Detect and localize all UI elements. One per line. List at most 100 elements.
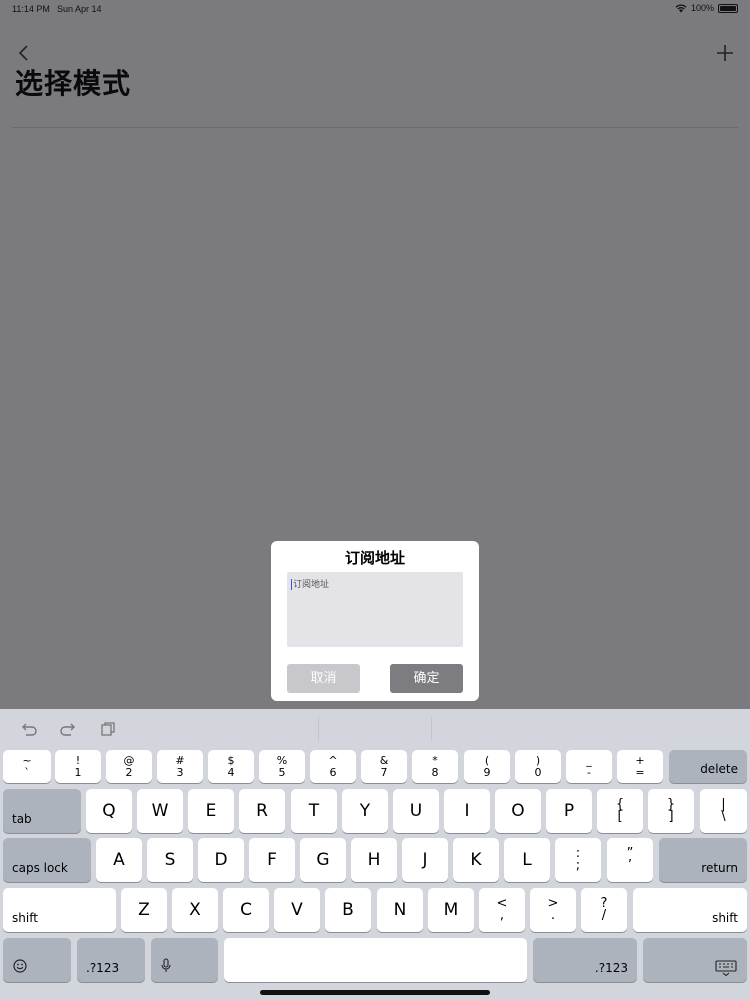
key-l[interactable]: L [504,838,550,882]
return-key[interactable]: return [659,838,747,882]
space-bar[interactable] [224,938,527,982]
key-bottom: 3 [176,765,184,779]
paste-icon[interactable] [99,720,117,738]
keyboard-toolbar [0,709,750,749]
key-6[interactable]: ^ 6 [310,750,356,783]
tab-label: tab [12,812,32,826]
key-i[interactable]: I [444,789,490,833]
key-minus[interactable]: _ - [566,750,612,783]
key-top: ) [535,753,541,767]
shift-left-key[interactable]: shift [3,888,116,932]
key-bottom: ] [668,809,674,824]
key-7[interactable]: & 7 [361,750,407,783]
dialog-title: 订阅地址 [344,549,405,567]
key-s[interactable]: S [147,838,193,882]
key-o[interactable]: O [495,789,541,833]
key-m[interactable]: M [428,888,474,932]
status-bar: 11:14 PM Sun Apr 14 100% [0,0,750,20]
key-q[interactable]: Q [86,789,132,833]
key-h[interactable]: H [351,838,397,882]
key-slash[interactable]: ? / [581,888,627,932]
key-quote[interactable]: ”’ [607,838,653,882]
add-button[interactable] [714,42,736,64]
key-y[interactable]: Y [342,789,388,833]
key-n[interactable]: N [377,888,423,932]
key-f[interactable]: F [249,838,295,882]
emoji-key[interactable] [3,938,71,982]
key-c[interactable]: C [223,888,269,932]
key-e[interactable]: E [188,789,234,833]
numbers-key-left[interactable]: .?123 [77,938,145,982]
text-caret [291,579,292,590]
key-z[interactable]: Z [121,888,167,932]
key-9[interactable]: (9 [464,750,510,783]
key-p[interactable]: P [546,789,592,833]
microphone-icon [161,958,171,972]
shift-label: shift [712,911,738,925]
key-0[interactable]: ) 0 [515,750,561,783]
tab-key[interactable]: tab [3,789,81,833]
battery-icon [718,3,738,13]
key-j[interactable]: J [402,838,448,882]
status-date: Sun Apr 14 [57,4,102,14]
key-bracket-left[interactable]: {[ [597,789,643,833]
key-top: @ [123,753,135,767]
key-comma[interactable]: <, [479,888,525,932]
key-5[interactable]: % 5 [259,750,305,783]
key-period[interactable]: >. [530,888,576,932]
key-4[interactable]: $4 [208,750,254,783]
key-top: _ [586,753,592,767]
key-g[interactable]: G [300,838,346,882]
key-bracket-right[interactable]: }] [648,789,694,833]
key-v[interactable]: V [274,888,320,932]
key-bottom: ; [575,858,581,873]
back-button[interactable] [14,42,34,64]
key-backtick[interactable]: ~ ` [3,750,51,783]
key-t[interactable]: T [291,789,337,833]
key-x[interactable]: X [172,888,218,932]
key-2[interactable]: @2 [106,750,152,783]
key-top: ^ [328,753,338,767]
subscription-url-input[interactable]: 订阅地址 [287,572,463,647]
key-d[interactable]: D [198,838,244,882]
key-w[interactable]: W [137,789,183,833]
caps-lock-key[interactable]: caps lock [3,838,91,882]
key-top: % [276,753,288,767]
key-bottom: [ [617,809,623,824]
key-bottom: 6 [329,765,337,779]
key-top: $ [227,753,235,767]
key-1[interactable]: ! 1 [55,750,101,783]
cancel-button[interactable]: 取消 [287,664,360,693]
key-bottom: 1 [74,765,82,779]
dismiss-keyboard-key[interactable] [643,938,747,982]
divider [12,127,738,128]
subscription-dialog: 订阅地址 订阅地址 取消 确定 [271,541,479,701]
key-3[interactable]: #3 [157,750,203,783]
key-8[interactable]: * 8 [412,750,458,783]
home-indicator[interactable] [260,990,490,995]
key-bottom: 4 [227,765,235,779]
undo-icon[interactable] [20,720,38,738]
key-k[interactable]: K [453,838,499,882]
confirm-button[interactable]: 确定 [390,664,463,693]
keyboard-dismiss-icon [715,960,737,976]
page-title: 选择模式 [15,67,132,100]
redo-icon[interactable] [59,720,77,738]
key-semicolon[interactable]: :; [555,838,601,882]
delete-key[interactable]: delete [669,750,747,783]
key-bottom: 8 [431,765,439,779]
key-b[interactable]: B [325,888,371,932]
key-u[interactable]: U [393,789,439,833]
key-backslash[interactable]: | \ [700,789,747,833]
dictation-key[interactable] [151,938,218,982]
key-bottom: 0 [534,765,542,779]
numbers-key-right[interactable]: .?123 [533,938,637,982]
key-top: ! [75,753,81,767]
key-a[interactable]: A [96,838,142,882]
key-r[interactable]: R [239,789,285,833]
key-bottom: ` [24,765,30,779]
numbers-label: .?123 [594,961,628,975]
caps-lock-label: caps lock [12,861,68,875]
shift-right-key[interactable]: shift [633,888,747,932]
key-equals[interactable]: + = [617,750,663,783]
